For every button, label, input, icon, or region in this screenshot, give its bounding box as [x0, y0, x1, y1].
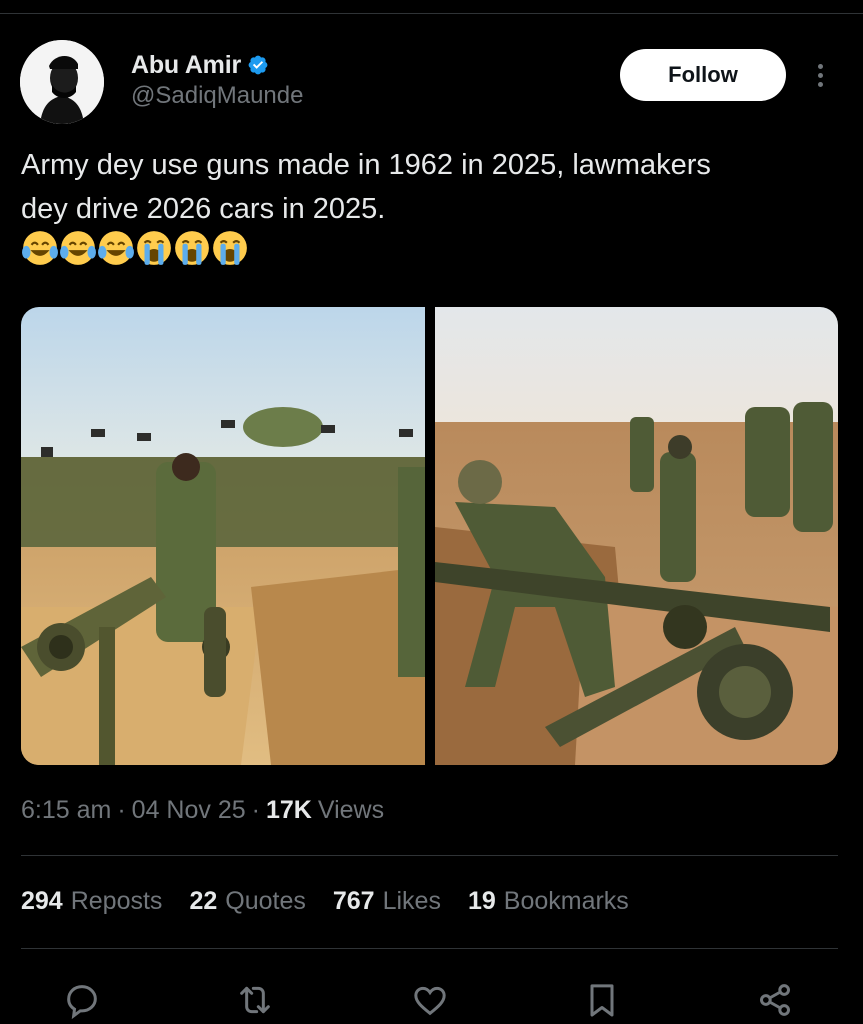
tweet-photo-soldiers-parade[interactable] [21, 307, 425, 765]
more-options-icon[interactable] [810, 58, 830, 92]
action-bar [0, 978, 863, 1024]
tweet-media[interactable] [21, 307, 838, 765]
reposts-stat[interactable]: 294 Reposts [21, 887, 162, 916]
share-icon[interactable] [753, 978, 797, 1022]
views-count[interactable]: 17K [266, 796, 312, 825]
tweet-date[interactable]: 04 Nov 25 [132, 796, 246, 825]
stat-count: 19 [467, 887, 496, 915]
engagement-stats: 294 Reposts 22 Quotes 767 Likes 19 Bookm… [21, 887, 656, 916]
tweet-header: Abu Amir @SadiqMaunde Follow [20, 40, 843, 124]
loudly-crying-emoji-icon [213, 231, 247, 265]
reply-icon[interactable] [60, 978, 104, 1022]
loudly-crying-emoji-icon [175, 231, 209, 265]
stat-label: Likes [382, 887, 441, 915]
divider [21, 948, 838, 949]
tweet-photo-soldiers-artillery[interactable] [434, 307, 839, 765]
user-block: Abu Amir @SadiqMaunde [131, 50, 303, 110]
stat-label: Reposts [70, 887, 163, 915]
tweet-text-line: Army dey use guns made in 1962 in 2025, … [21, 149, 711, 181]
stat-label: Bookmarks [503, 887, 629, 915]
tears-of-joy-emoji-icon [22, 231, 58, 265]
tears-of-joy-emoji-icon [60, 231, 96, 265]
stat-count: 22 [189, 887, 218, 915]
bookmarks-stat[interactable]: 19 Bookmarks [468, 887, 629, 916]
display-name-row: Abu Amir [131, 50, 303, 80]
quotes-stat[interactable]: 22 Quotes [189, 887, 305, 916]
loudly-crying-emoji-icon [137, 231, 171, 265]
stat-count: 294 [21, 887, 63, 915]
bookmark-icon[interactable] [580, 978, 624, 1022]
tweet-text: Army dey use guns made in 1962 in 2025, … [21, 143, 821, 231]
avatar[interactable] [20, 40, 104, 124]
stat-label: Quotes [225, 887, 306, 915]
repost-icon[interactable] [233, 978, 277, 1022]
emoji-row [21, 229, 249, 267]
tweet-text-line: dey drive 2026 cars in 2025. [21, 193, 386, 225]
verified-badge-icon [248, 55, 268, 75]
tweet-time[interactable]: 6:15 am [21, 796, 111, 825]
top-divider [0, 0, 863, 14]
meta-separator: · [117, 796, 126, 824]
views-label: Views [317, 796, 385, 824]
divider [21, 855, 838, 856]
meta-separator: · [251, 796, 260, 824]
tweet-meta: 6:15 am · 04 Nov 25 · 17K Views [21, 796, 384, 825]
display-name[interactable]: Abu Amir [131, 51, 241, 80]
tears-of-joy-emoji-icon [98, 231, 134, 265]
likes-stat[interactable]: 767 Likes [333, 887, 441, 916]
follow-button[interactable]: Follow [620, 49, 786, 101]
like-icon[interactable] [408, 978, 452, 1022]
user-handle[interactable]: @SadiqMaunde [131, 82, 303, 110]
stat-count: 767 [332, 887, 375, 915]
